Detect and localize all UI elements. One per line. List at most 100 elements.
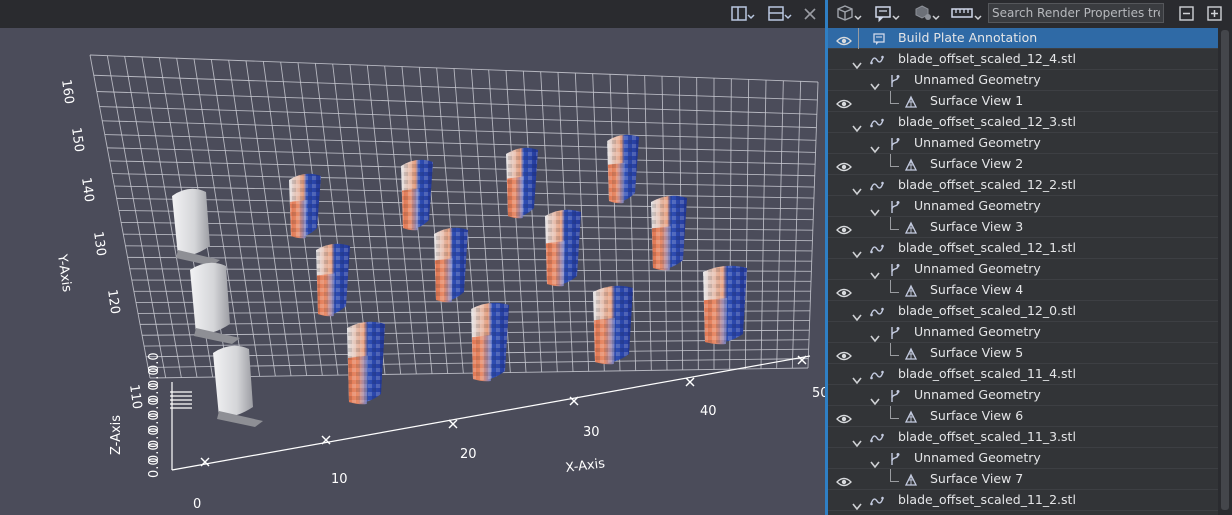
close-view-button[interactable] <box>803 4 817 24</box>
render-properties-panel: Build Plate Annotation blade_offset_scale… <box>828 0 1232 515</box>
add-annotation-button[interactable] <box>874 3 902 25</box>
tree-row[interactable]: Unnamed Geometry <box>828 70 1218 91</box>
tree-scrollbar[interactable] <box>1218 28 1232 515</box>
3d-viewport[interactable]: 0 10 20 30 40 50 160 150 140 130 120 110 0.0 0.0 0.0 0.… <box>0 0 825 515</box>
x-tick-label: 20 <box>460 447 477 462</box>
tree-row-label: Surface View 2 <box>930 156 1024 171</box>
tree-row[interactable]: Surface View 6 <box>828 406 1218 427</box>
grid-line <box>791 81 802 369</box>
visibility-eye-icon[interactable] <box>836 158 852 172</box>
geometry-icon <box>888 73 902 87</box>
grid-line <box>776 80 784 369</box>
split-horizontal-button[interactable] <box>767 4 793 24</box>
viewport-toolbar <box>0 0 825 28</box>
expand-chevron-icon[interactable] <box>870 391 880 406</box>
tree-row[interactable]: blade_offset_scaled_12_0.stl <box>828 301 1218 322</box>
tree-row[interactable]: blade_offset_scaled_12_4.stl <box>828 49 1218 70</box>
curve-file-icon <box>870 430 884 444</box>
tree-row[interactable]: Unnamed Geometry <box>828 196 1218 217</box>
tree-row[interactable]: Surface View 3 <box>828 217 1218 238</box>
collapse-all-button[interactable] <box>1178 3 1196 25</box>
blade-model <box>593 285 633 365</box>
scrollbar-thumb[interactable] <box>1221 30 1229 510</box>
z-axis-label: Z-Axis <box>109 415 124 455</box>
tree-row-label: blade_offset_scaled_12_3.stl <box>898 114 1076 129</box>
expand-chevron-icon[interactable] <box>852 307 862 322</box>
tree-row-label: Unnamed Geometry <box>914 72 1041 87</box>
tree-row[interactable]: blade_offset_scaled_12_3.stl <box>828 112 1218 133</box>
tree-row-label: Surface View 1 <box>930 93 1024 108</box>
split-vertical-icon <box>731 6 755 21</box>
tree-row[interactable]: Surface View 4 <box>828 280 1218 301</box>
scene-canvas[interactable]: 010203040501601501401301201100.00.00.00.… <box>0 0 825 515</box>
expand-chevron-icon[interactable] <box>870 328 880 343</box>
add-primitive-button[interactable] <box>914 3 942 25</box>
visibility-eye-icon[interactable] <box>836 473 852 487</box>
curve-file-icon <box>870 178 884 192</box>
visibility-eye-icon[interactable] <box>836 410 852 424</box>
expand-chevron-icon[interactable] <box>852 118 862 133</box>
expand-chevron-icon[interactable] <box>852 55 862 70</box>
tree-row[interactable]: Unnamed Geometry <box>828 322 1218 343</box>
expand-chevron-icon[interactable] <box>870 139 880 154</box>
grid-line <box>505 70 527 373</box>
tree-row[interactable]: Surface View 2 <box>828 154 1218 175</box>
expand-chevron-icon[interactable] <box>852 244 862 259</box>
y-tick-label: 140 <box>78 176 96 203</box>
tick-mark <box>200 457 210 467</box>
visibility-eye-icon[interactable] <box>836 284 852 298</box>
tree-row[interactable]: Unnamed Geometry <box>828 259 1218 280</box>
tree-row-label: blade_offset_scaled_12_2.stl <box>898 177 1076 192</box>
expand-chevron-icon[interactable] <box>870 202 880 217</box>
tree-row[interactable]: blade_offset_scaled_11_3.stl <box>828 427 1218 448</box>
tree-row[interactable]: Surface View 1 <box>828 91 1218 112</box>
tree-row[interactable]: Build Plate Annotation <box>828 28 1218 49</box>
grid-line <box>107 147 816 165</box>
grid-line <box>124 56 182 378</box>
tree-row[interactable]: Unnamed Geometry <box>828 385 1218 406</box>
expand-chevron-icon[interactable] <box>870 454 880 469</box>
tree-row-label: Unnamed Geometry <box>914 135 1041 150</box>
tree-row[interactable]: blade_offset_scaled_11_2.stl <box>828 490 1218 511</box>
add-ruler-button[interactable] <box>950 3 984 25</box>
visibility-eye-icon[interactable] <box>836 32 852 46</box>
expand-chevron-icon[interactable] <box>852 496 862 511</box>
expand-chevron-icon[interactable] <box>870 265 880 280</box>
visibility-eye-icon[interactable] <box>836 95 852 109</box>
y-tick-label: 160 <box>58 78 76 105</box>
tree-row-label: Unnamed Geometry <box>914 324 1041 339</box>
x-tick-label: 50 <box>812 386 825 401</box>
tree-row[interactable]: Unnamed Geometry <box>828 133 1218 154</box>
visibility-eye-icon[interactable] <box>836 221 852 235</box>
expand-chevron-icon[interactable] <box>852 433 862 448</box>
tree-row-label: blade_offset_scaled_11_3.stl <box>898 429 1076 444</box>
expand-chevron-icon[interactable] <box>870 76 880 91</box>
tree-row-label: Unnamed Geometry <box>914 450 1041 465</box>
split-vertical-button[interactable] <box>730 4 756 24</box>
x-tick-label: 30 <box>583 425 600 440</box>
expand-chevron-icon[interactable] <box>852 370 862 385</box>
add-cube-button[interactable] <box>836 3 864 25</box>
tree-row[interactable]: Surface View 5 <box>828 343 1218 364</box>
tree-row[interactable]: Surface View 7 <box>828 469 1218 490</box>
expand-chevron-icon[interactable] <box>852 181 862 196</box>
tree-row-label: blade_offset_scaled_11_2.stl <box>898 492 1076 507</box>
tree-row[interactable]: blade_offset_scaled_11_4.stl <box>828 364 1218 385</box>
grid-line <box>106 55 167 378</box>
close-icon <box>804 8 816 20</box>
blade-model <box>703 265 747 345</box>
geometry-icon <box>888 199 902 213</box>
y-axis-label: Y-Axis <box>54 252 74 293</box>
grid-line <box>93 74 818 101</box>
expand-all-button[interactable] <box>1206 3 1224 25</box>
tree-row-label: Build Plate Annotation <box>898 30 1038 45</box>
search-render-properties-input[interactable] <box>988 3 1164 23</box>
y-tick-label: 130 <box>90 230 108 257</box>
tree-row[interactable]: blade_offset_scaled_12_1.stl <box>828 238 1218 259</box>
visibility-eye-icon[interactable] <box>836 347 852 361</box>
tree-row[interactable]: Unnamed Geometry <box>828 448 1218 469</box>
cube-icon <box>837 5 862 21</box>
tree-row[interactable]: blade_offset_scaled_12_2.stl <box>828 175 1218 196</box>
tree-row-label: Surface View 6 <box>930 408 1024 423</box>
annotation-icon <box>875 6 900 23</box>
